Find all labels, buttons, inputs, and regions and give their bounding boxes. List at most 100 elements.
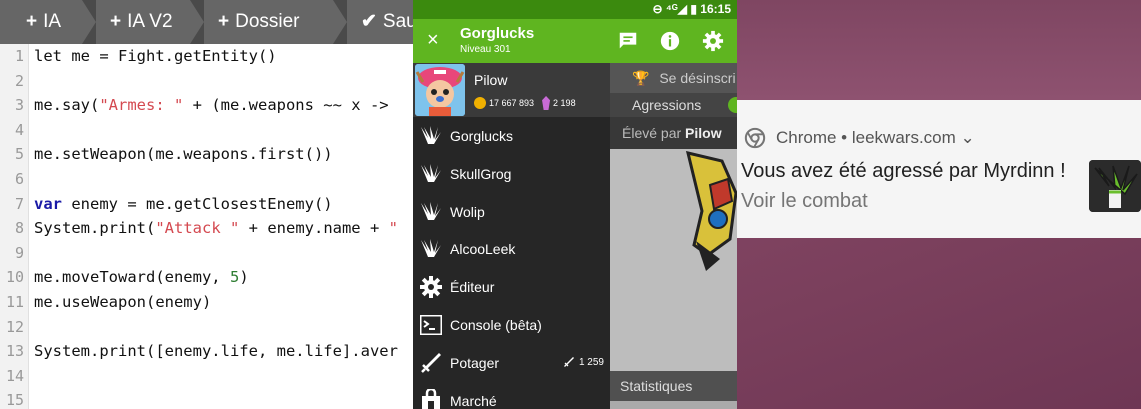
line-number: 15 [5, 391, 24, 409]
line-number: 14 [5, 366, 24, 385]
drawer-item-potager[interactable]: Potager 1 259 [413, 344, 610, 382]
code-token: me.say( [34, 96, 100, 115]
aggressions-tab[interactable]: Agressions [610, 93, 737, 117]
drawer-item-marché[interactable]: Marché [413, 382, 610, 409]
drawer-item-label: SkullGrog [450, 165, 512, 182]
unsubscribe-label: Se désinscri [659, 70, 736, 86]
raised-by-row: Élevé par Pilow [610, 117, 737, 149]
drawer-item-gorglucks[interactable]: Gorglucks [413, 117, 610, 155]
view-fight-action[interactable]: Voir le combat [741, 190, 868, 213]
leek-page-content: 🏆 Se désinscri Agressions Élevé par Pilo… [610, 63, 737, 409]
code-text: System.print("Attack " + enemy.name + " [34, 216, 398, 241]
status-time: 16:15 [700, 2, 731, 16]
habs-coin-icon [474, 97, 486, 109]
tab-indicator [728, 97, 737, 113]
leek-logo-icon [419, 200, 443, 224]
navigation-drawer: Pilow 17 667 893 2 198 Gorglucks SkullGrog… [413, 63, 610, 409]
code-token: me.useWeapon(enemy) [34, 293, 212, 311]
info-icon[interactable] [659, 30, 681, 52]
drawer-item-console-bêta[interactable]: Console (bêta) [413, 306, 610, 344]
code-token: "Attack " [155, 219, 240, 238]
editor-tab-bar: +IA+IA V2+Dossier✔Sauve [0, 0, 413, 44]
editor-tab-1[interactable]: + IA [0, 0, 96, 44]
close-icon[interactable]: × [427, 29, 439, 51]
raised-by-name: Pilow [685, 125, 722, 141]
currency-row: 17 667 893 2 198 [474, 96, 576, 110]
android-status-bar: ⊖ ⁴ᴳ◢ ▮ 16:15 [413, 0, 737, 19]
code-token: var [34, 194, 62, 213]
code-text: System.print([enemy.life, me.life].aver [34, 339, 398, 364]
code-token: me.moveToward(enemy, [34, 268, 230, 287]
line-number: 5 [14, 145, 24, 164]
code-token: me.setWeapon(me.weapons.first()) [34, 145, 333, 164]
code-token: 5 [229, 268, 240, 287]
editor-tab-2[interactable]: + IA V2 [96, 0, 204, 44]
player-name: Pilow [474, 72, 508, 88]
line-number: 2 [14, 71, 24, 90]
code-token: + enemy.name + [239, 219, 389, 238]
code-text: me.setWeapon(me.weapons.first()) [34, 142, 333, 167]
plus-icon: + [110, 11, 122, 32]
notification-title: Vous avez été agressé par Myrdinn ! [741, 160, 1066, 182]
code-line: 13 System.print([enemy.life, me.life].ave… [0, 339, 413, 364]
raised-by-prefix: Élevé par [622, 125, 686, 141]
code-text: me.moveToward(enemy, 5) [34, 265, 249, 290]
leek-logo-icon [419, 237, 443, 261]
plus-icon: + [218, 11, 230, 32]
code-text: var enemy = me.getClosestEnemy() [34, 192, 333, 217]
code-token: ) [239, 268, 249, 287]
wallpaper-top [737, 0, 1141, 100]
chevron-down-icon[interactable]: ⌄ [961, 128, 975, 147]
line-number: 9 [14, 243, 24, 262]
unsubscribe-row[interactable]: 🏆 Se désinscri [610, 63, 737, 93]
chrome-icon [744, 127, 766, 149]
notification-panel: Chrome • leekwars.com ⌄ Vous avez été ag… [737, 0, 1141, 409]
drawer-item-label: Potager [450, 354, 500, 371]
code-line: 11 me.useWeapon(enemy) [0, 290, 413, 315]
editor-tab-label: Dossier [235, 11, 300, 32]
aggressions-label: Agressions [632, 97, 702, 113]
leek-illustration [610, 149, 737, 371]
line-number: 3 [14, 96, 24, 115]
code-line: 4 [0, 118, 413, 143]
crystal-icon [542, 96, 551, 110]
line-number: 7 [14, 194, 24, 213]
check-icon: ✔ [361, 11, 377, 32]
drawer-item-wolip[interactable]: Wolip [413, 193, 610, 231]
code-token: System.print( [34, 219, 156, 238]
code-line: 6 [0, 167, 413, 192]
leek-logo-icon [419, 162, 443, 186]
push-notification-card[interactable]: Chrome • leekwars.com ⌄ Vous avez été ag… [737, 100, 1141, 238]
code-area[interactable]: 1 let me = Fight.getEntity() 2 3 me.say("Arm… [0, 44, 413, 409]
drawer-item-label: Éditeur [450, 279, 495, 296]
code-text: me.say("Armes: " + (me.weapons ~~ x -> [34, 93, 389, 118]
drawer-item-skullgrog[interactable]: SkullGrog [413, 155, 610, 193]
code-line: 7 var enemy = me.getClosestEnemy() [0, 192, 413, 217]
app-bar: × Gorglucks Niveau 301 [413, 19, 737, 63]
settings-gear-icon[interactable] [702, 30, 724, 52]
code-line: 3 me.say("Armes: " + (me.weapons ~~ x -> [0, 93, 413, 118]
drawer-item-label: AlcooLeek [450, 241, 516, 258]
leekwars-app-panel: ⊖ ⁴ᴳ◢ ▮ 16:15 × Gorglucks Niveau 301 🏆 S… [413, 0, 737, 409]
notification-source: Chrome • leekwars.com [776, 128, 956, 147]
code-line: 5 me.setWeapon(me.weapons.first()) [0, 142, 413, 167]
code-token: " [388, 219, 398, 238]
app-bar-title: Gorglucks [460, 25, 535, 42]
shop-icon [419, 387, 443, 409]
editor-tab-label: IA [43, 11, 62, 32]
code-token: + (me.weapons ~~ x -> [183, 96, 389, 115]
profile-header[interactable]: Pilow 17 667 893 2 198 [413, 63, 610, 117]
drawer-item-alcooleek[interactable]: AlcooLeek [413, 230, 610, 268]
gear-icon [419, 275, 443, 299]
code-token: let me = Fight.getEntity() [34, 47, 277, 65]
code-editor-panel: +IA+IA V2+Dossier✔Sauve 1let me = Fight.… [0, 0, 413, 409]
line-number: 6 [14, 170, 24, 188]
editor-tab-4[interactable]: ✔Sauve [347, 0, 413, 44]
chat-icon[interactable] [617, 30, 639, 52]
drawer-item-label: Wolip [450, 203, 485, 220]
drawer-item-éditeur[interactable]: Éditeur [413, 268, 610, 306]
habs-amount: 17 667 893 [489, 98, 535, 108]
code-line: 1 let me = Fight.getEntity() [0, 44, 413, 69]
statistics-header[interactable]: Statistiques [610, 371, 737, 401]
editor-tab-3[interactable]: + Dossier [204, 0, 347, 44]
